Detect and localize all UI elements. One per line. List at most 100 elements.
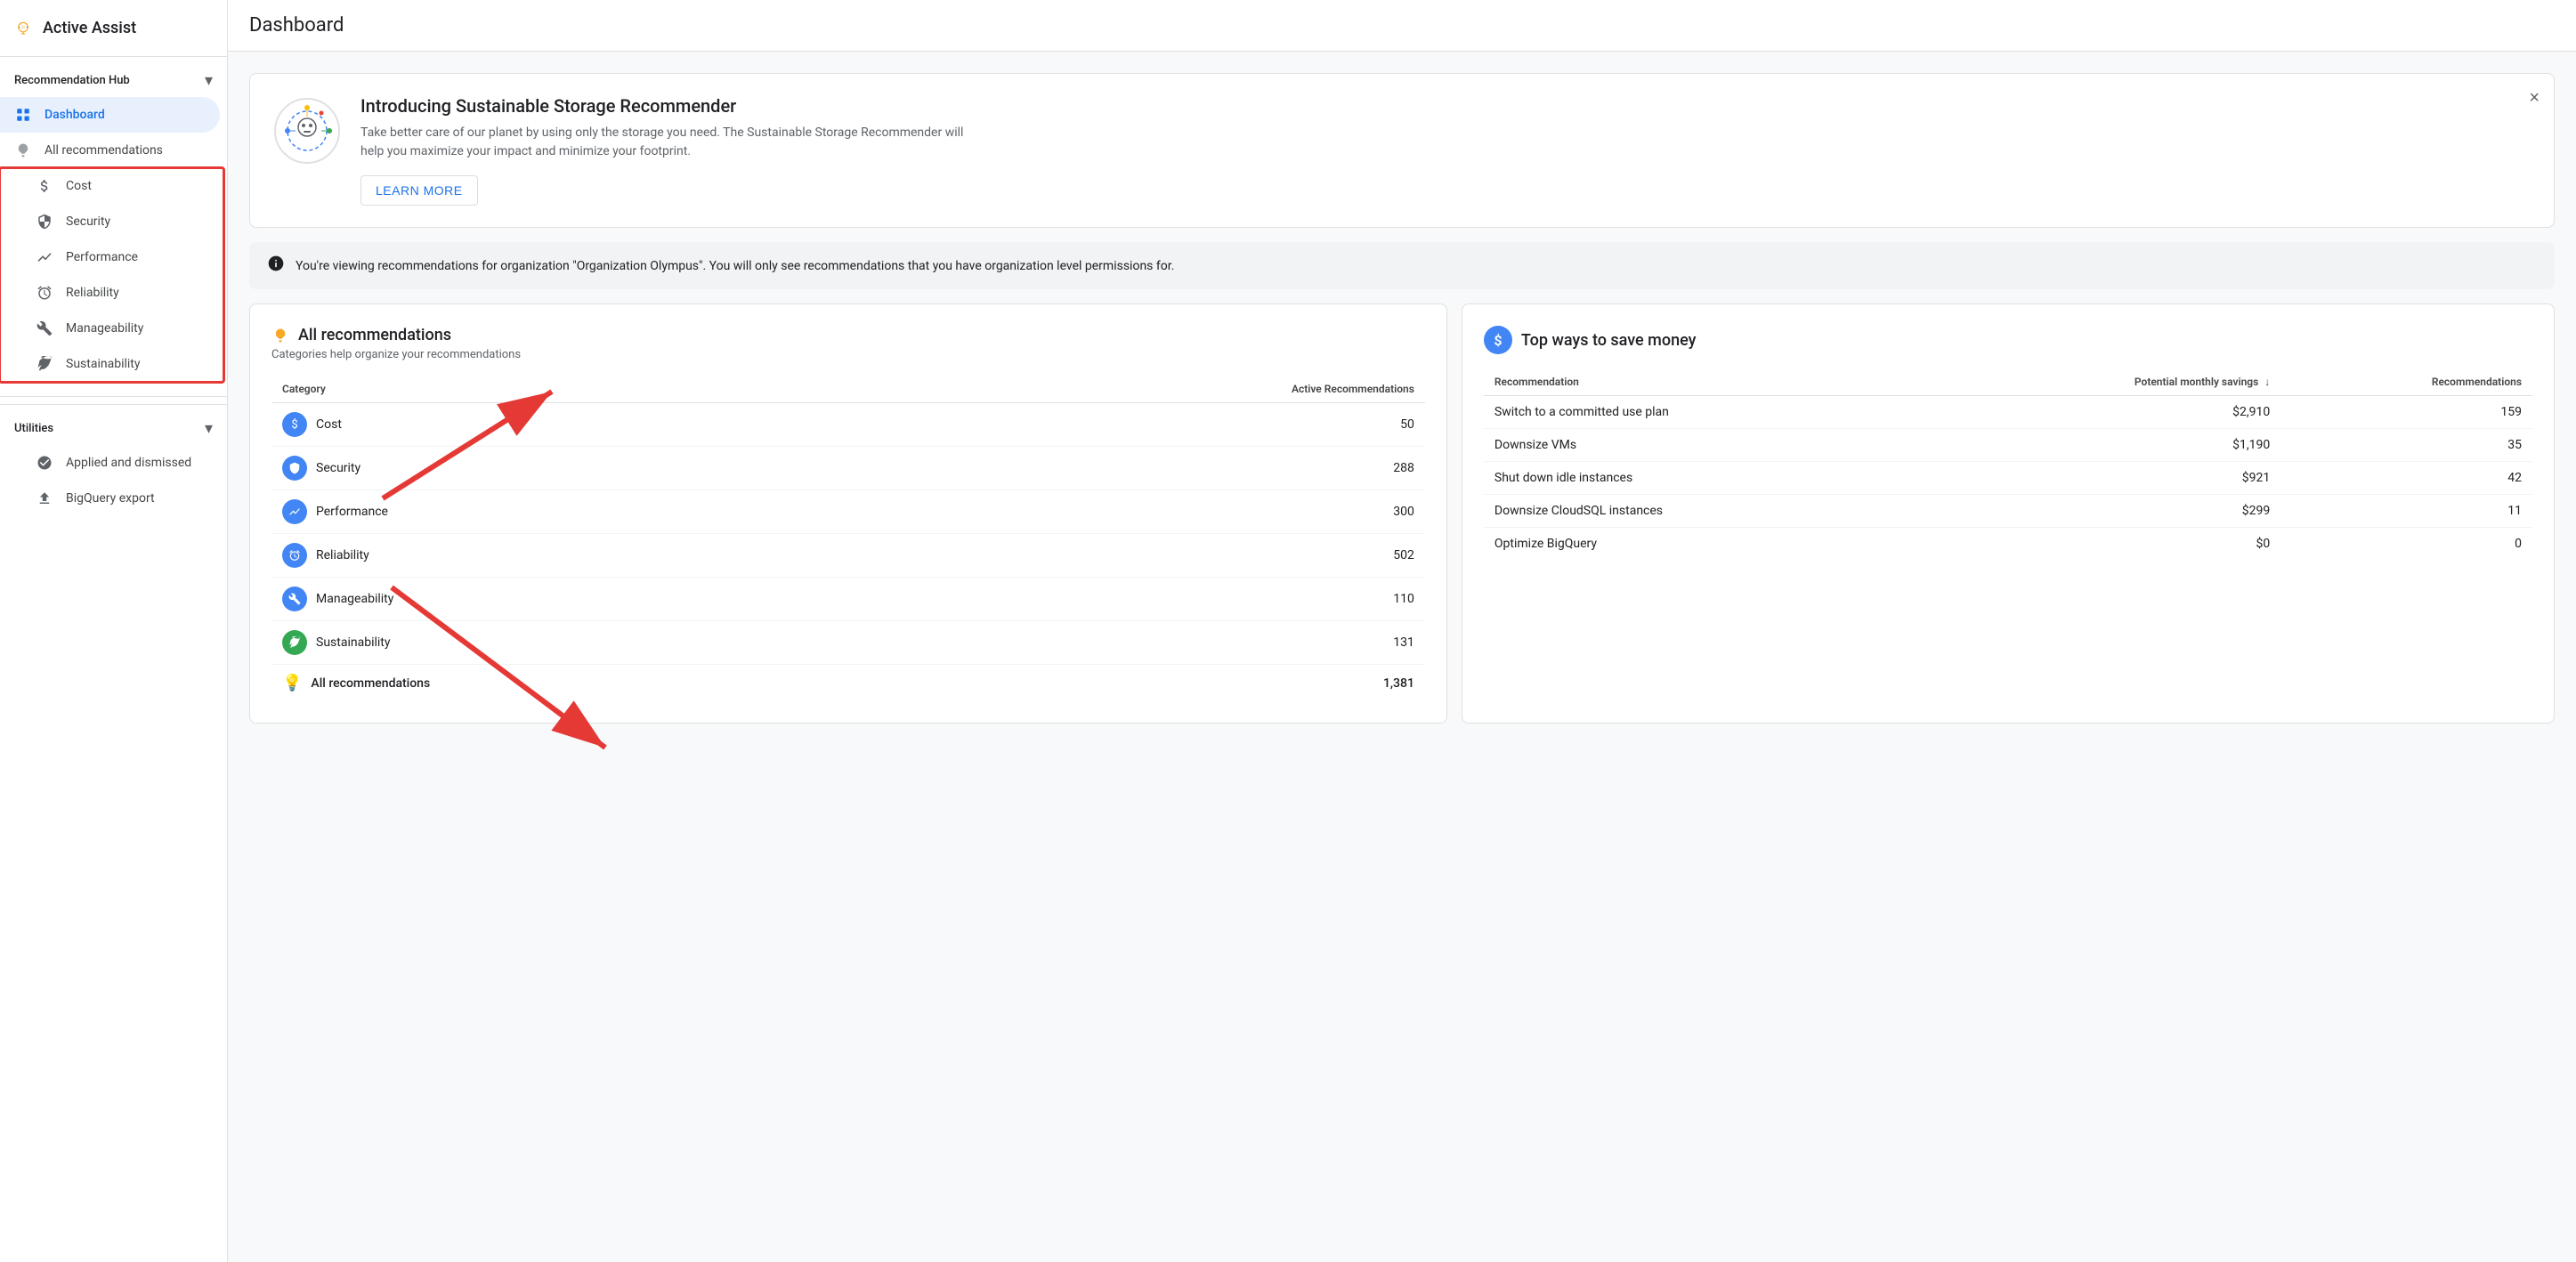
- recommendation-hub-section: Recommendation Hub ▾ Dashboard All recom…: [0, 57, 227, 389]
- sidebar-item-dashboard[interactable]: Dashboard: [0, 97, 220, 133]
- performance-row-label: Performance: [316, 505, 388, 519]
- sidebar-item-performance[interactable]: Performance: [0, 239, 216, 275]
- top-savings-title: Top ways to save money: [1521, 331, 1697, 350]
- col-category-header: Category: [271, 376, 895, 403]
- lightbulb-icon: [14, 142, 32, 159]
- savings-label-3: Downsize CloudSQL instances: [1484, 495, 1926, 528]
- recommendation-hub-header[interactable]: Recommendation Hub ▾: [0, 64, 227, 97]
- cost-row-label: Cost: [316, 417, 342, 432]
- all-rec-subtitle: Categories help organize your recommenda…: [271, 348, 1425, 361]
- categories-group: Cost Security Performance: [0, 168, 223, 382]
- savings-amount-3: $299: [1926, 495, 2280, 528]
- manageability-icon: [36, 320, 53, 337]
- sidebar-item-applied-dismissed[interactable]: Applied and dismissed: [0, 445, 220, 481]
- sustainability-count: 131: [895, 621, 1425, 665]
- top-savings-title-row: $ Top ways to save money: [1484, 326, 2532, 354]
- utilities-chevron-icon: ▾: [205, 419, 213, 438]
- savings-row[interactable]: Shut down idle instances $921 42: [1484, 462, 2532, 495]
- savings-amount-1: $1,190: [1926, 429, 2280, 462]
- savings-amount-4: $0: [1926, 528, 2280, 561]
- banner-close-button[interactable]: ×: [2529, 88, 2540, 109]
- recommendation-hub-label: Recommendation Hub: [14, 74, 130, 87]
- utilities-header[interactable]: Utilities ▾: [0, 412, 227, 445]
- savings-label-0: Switch to a committed use plan: [1484, 396, 1926, 429]
- security-row-label: Security: [316, 461, 360, 475]
- promo-banner: Introducing Sustainable Storage Recommen…: [249, 73, 2555, 228]
- savings-row[interactable]: Downsize CloudSQL instances $299 11: [1484, 495, 2532, 528]
- cost-cat-icon: $: [282, 412, 307, 437]
- sidebar-item-cost-label: Cost: [66, 179, 92, 193]
- sidebar-item-sustainability[interactable]: Sustainability: [0, 346, 216, 382]
- banner-description: Take better care of our planet by using …: [360, 124, 984, 161]
- cost-icon: [36, 177, 53, 195]
- all-rec-icon: [271, 327, 289, 344]
- sidebar-item-cost[interactable]: Cost: [0, 168, 216, 204]
- all-rec-total-icon: 💡: [282, 674, 302, 692]
- sidebar-item-all-recommendations[interactable]: All recommendations: [0, 133, 220, 168]
- dashboard-icon: [14, 106, 32, 124]
- sidebar-item-sustainability-label: Sustainability: [66, 357, 140, 371]
- hub-chevron-icon: ▾: [205, 71, 213, 90]
- table-cell-category: Reliability: [271, 534, 895, 578]
- learn-more-button[interactable]: LEARN MORE: [360, 175, 478, 206]
- col-savings-header: Potential monthly savings ↓: [1926, 368, 2280, 396]
- table-cell-category: Security: [271, 447, 895, 490]
- reliability-row-label: Reliability: [316, 548, 369, 562]
- savings-count-1: 35: [2280, 429, 2532, 462]
- sidebar-item-applied-dismissed-label: Applied and dismissed: [66, 456, 191, 470]
- security-icon: [36, 213, 53, 231]
- table-row[interactable]: Sustainability 131: [271, 621, 1425, 665]
- col-active-header: Active Recommendations: [895, 376, 1425, 403]
- info-bar: You're viewing recommendations for organ…: [249, 242, 2555, 289]
- savings-row[interactable]: Downsize VMs $1,190 35: [1484, 429, 2532, 462]
- manageability-row-label: Manageability: [316, 592, 393, 606]
- col-count-header: Recommendations: [2280, 368, 2532, 396]
- bigquery-export-icon: [36, 489, 53, 507]
- sustainability-icon: [36, 355, 53, 373]
- savings-row[interactable]: Switch to a committed use plan $2,910 15…: [1484, 396, 2532, 429]
- table-row[interactable]: Manageability 110: [271, 578, 1425, 621]
- savings-count-3: 11: [2280, 495, 2532, 528]
- main-header: Dashboard: [228, 0, 2576, 52]
- sidebar-item-security[interactable]: Security: [0, 204, 216, 239]
- info-icon: [267, 255, 285, 277]
- sidebar-item-bigquery-export[interactable]: BigQuery export: [0, 481, 220, 516]
- security-count: 288: [895, 447, 1425, 490]
- applied-dismissed-icon: [36, 454, 53, 472]
- reliability-cat-icon: [282, 543, 307, 568]
- table-row[interactable]: Security 288: [271, 447, 1425, 490]
- sidebar-item-manageability[interactable]: Manageability: [0, 311, 216, 346]
- table-row[interactable]: Reliability 502: [271, 534, 1425, 578]
- all-recommendations-card: All recommendations Categories help orga…: [249, 303, 1447, 724]
- sort-down-icon: ↓: [2264, 376, 2270, 388]
- info-bar-message: You're viewing recommendations for organ…: [296, 259, 1174, 273]
- sidebar-item-manageability-label: Manageability: [66, 321, 143, 336]
- savings-label-1: Downsize VMs: [1484, 429, 1926, 462]
- table-cell-category: Sustainability: [271, 621, 895, 665]
- banner-title: Introducing Sustainable Storage Recommen…: [360, 95, 2532, 117]
- savings-amount-2: $921: [1926, 462, 2280, 495]
- table-total-row[interactable]: 💡 All recommendations 1,381: [271, 665, 1425, 702]
- reliability-count: 502: [895, 534, 1425, 578]
- dollar-circle-icon: $: [1484, 326, 1512, 354]
- sidebar-item-reliability[interactable]: Reliability: [0, 275, 216, 311]
- savings-count-0: 159: [2280, 396, 2532, 429]
- sustainability-row-label: Sustainability: [316, 635, 390, 650]
- savings-row[interactable]: Optimize BigQuery $0 0: [1484, 528, 2532, 561]
- manageability-count: 110: [895, 578, 1425, 621]
- recommendations-table: Category Active Recommendations $ Cost: [271, 376, 1425, 701]
- utilities-label: Utilities: [14, 422, 53, 435]
- table-row[interactable]: Performance 300: [271, 490, 1425, 534]
- manageability-cat-icon: [282, 587, 307, 611]
- table-cell-category: $ Cost: [271, 403, 895, 447]
- reliability-icon: [36, 284, 53, 302]
- savings-count-2: 42: [2280, 462, 2532, 495]
- sidebar-item-dashboard-label: Dashboard: [45, 108, 105, 122]
- sidebar-item-bigquery-export-label: BigQuery export: [66, 491, 155, 506]
- sidebar-item-security-label: Security: [66, 214, 110, 229]
- total-count: 1,381: [895, 665, 1425, 702]
- banner-image: [271, 95, 343, 166]
- sidebar: Active Assist Recommendation Hub ▾ Dashb…: [0, 0, 228, 1262]
- table-row[interactable]: $ Cost 50: [271, 403, 1425, 447]
- app-title: Active Assist: [43, 19, 136, 37]
